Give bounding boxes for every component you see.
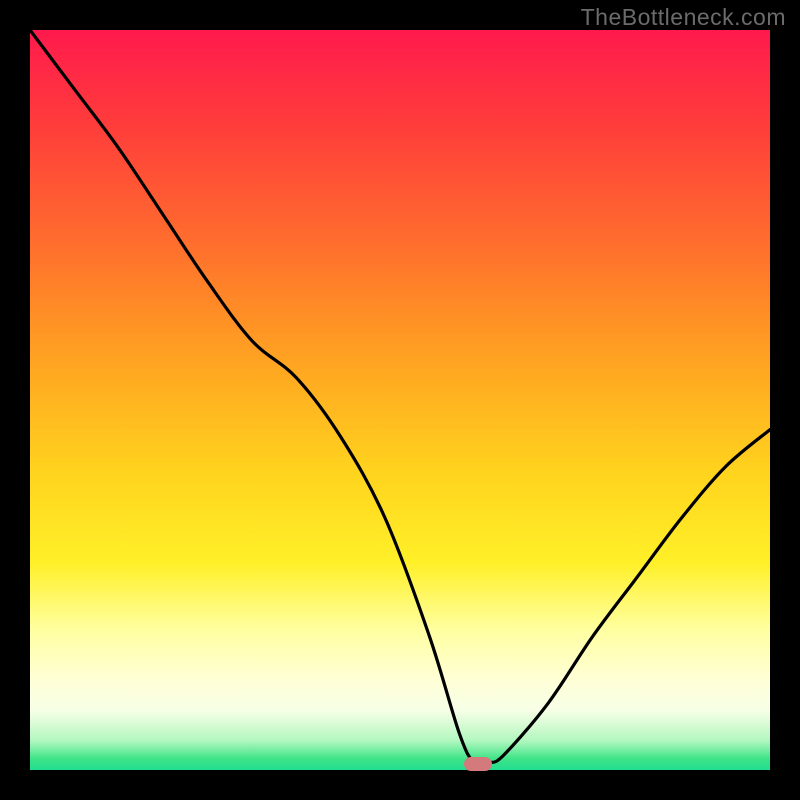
plot-area xyxy=(30,30,770,770)
bottleneck-curve xyxy=(30,30,770,765)
curve-svg xyxy=(30,30,770,770)
optimum-marker xyxy=(464,757,492,771)
watermark-label: TheBottleneck.com xyxy=(581,4,786,31)
chart-frame: TheBottleneck.com xyxy=(0,0,800,800)
